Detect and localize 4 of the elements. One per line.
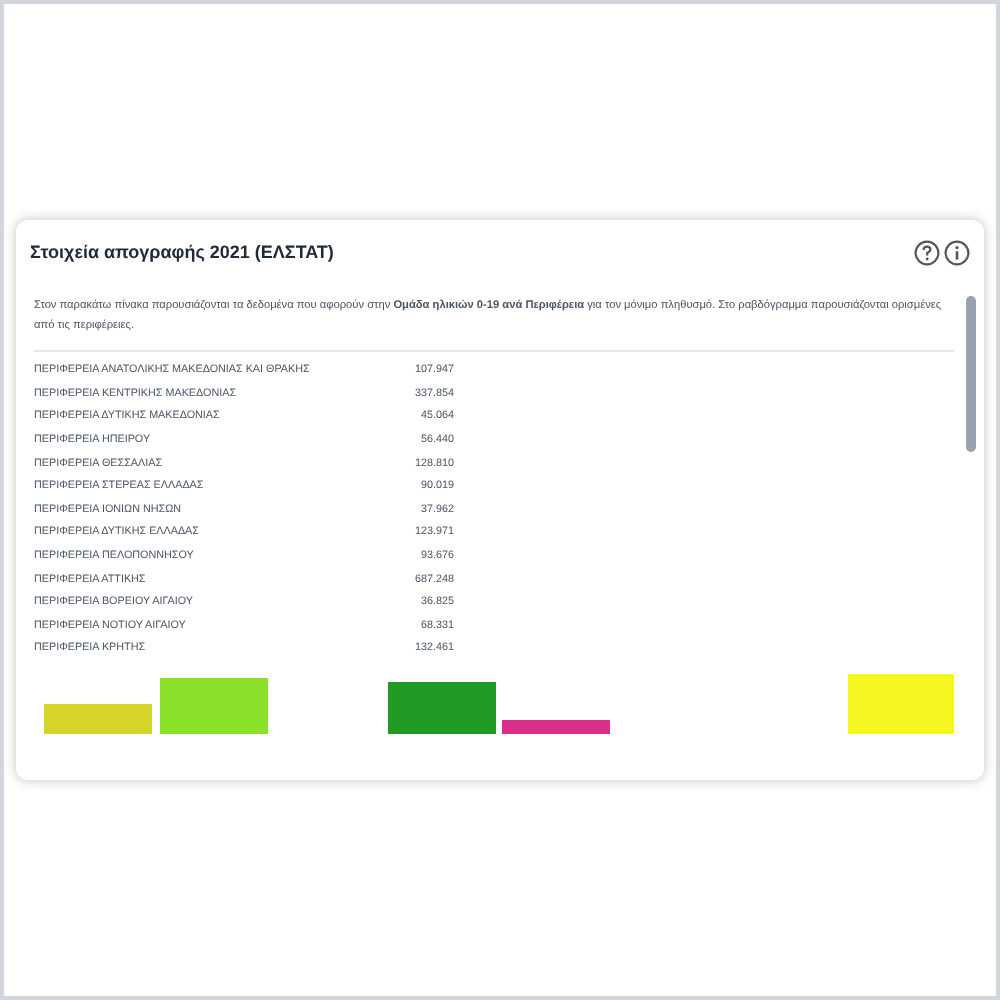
- help-icon[interactable]: [914, 240, 940, 267]
- card-title: Στοιχεία απογραφής 2021 (ΕΛΣΤΑΤ): [30, 240, 334, 266]
- scrollbar-thumb[interactable]: [966, 295, 976, 451]
- info-icon[interactable]: [944, 240, 970, 267]
